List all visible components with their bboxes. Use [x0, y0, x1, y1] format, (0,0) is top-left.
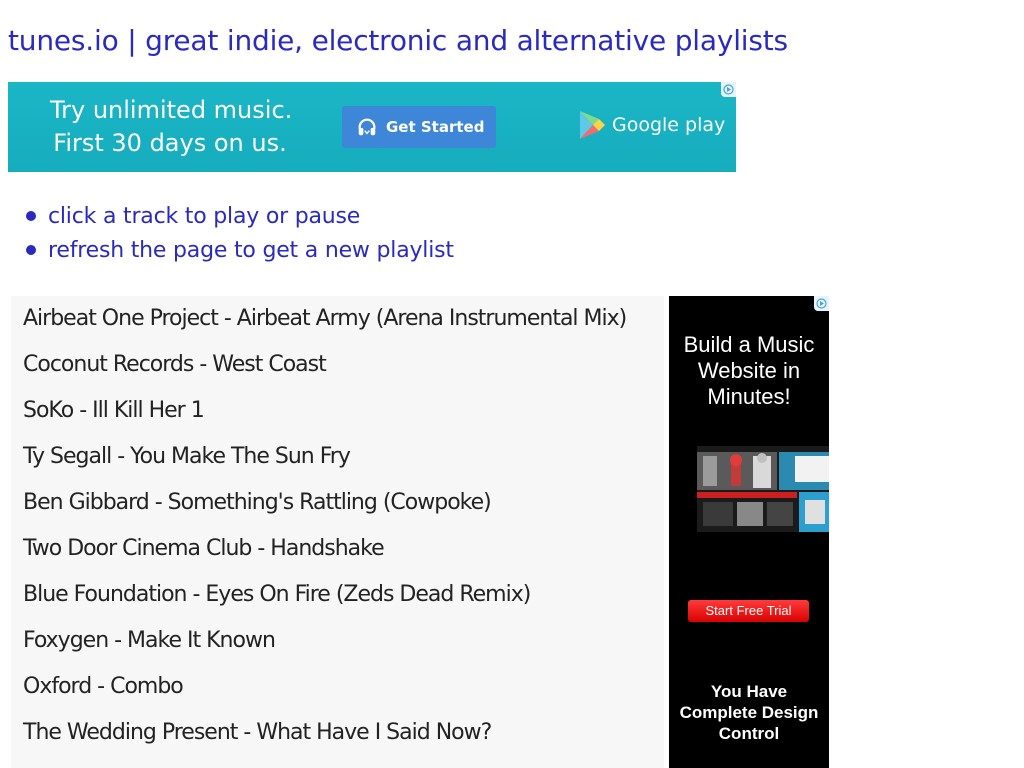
bullet-icon	[26, 211, 36, 221]
headphones-icon	[358, 118, 376, 136]
playlist-track[interactable]: Two Door Cinema Club - Handshake	[11, 526, 664, 572]
get-started-button[interactable]: Get Started	[342, 106, 496, 148]
side-ad-headline: Build a Music Website in Minutes!	[669, 332, 829, 410]
bullet-icon	[26, 245, 36, 255]
playlist-track[interactable]: Coconut Records - West Coast	[11, 342, 664, 388]
page-title: tunes.io | great indie, electronic and a…	[8, 24, 788, 57]
playlist-track[interactable]: Oxford - Combo	[11, 664, 664, 710]
playlist-track[interactable]: Foxygen - Make It Known	[11, 618, 664, 664]
playlist-track[interactable]: Ben Gibbard - Something's Rattling (Cowp…	[11, 480, 664, 526]
playlist-track[interactable]: The Wedding Present - What Have I Said N…	[11, 710, 664, 756]
side-ad-tagline-line: Complete Design	[679, 703, 819, 722]
instruction-item: click a track to play or pause	[26, 199, 454, 233]
adchoices-icon[interactable]	[814, 296, 829, 311]
start-free-trial-button[interactable]: Start Free Trial	[688, 600, 809, 622]
instruction-text: refresh the page to get a new playlist	[48, 237, 454, 263]
get-started-label: Get Started	[386, 118, 485, 136]
website-screenshot-image	[697, 446, 829, 532]
playlist-track[interactable]: SoKo - Ill Kill Her 1	[11, 388, 664, 434]
instruction-item: refresh the page to get a new playlist	[26, 233, 454, 267]
instructions-list: click a track to play or pause refresh t…	[26, 199, 454, 267]
playlist-track[interactable]: Airbeat One Project - Airbeat Army (Aren…	[11, 296, 664, 342]
side-ad-tagline-line: You Have	[710, 682, 788, 701]
banner-ad-line2: First 30 days on us.	[53, 129, 287, 157]
play-triangle-icon	[580, 111, 605, 139]
side-ad[interactable]: Build a Music Website in Minutes! Start …	[669, 296, 829, 768]
side-ad-tagline-line: Control	[718, 724, 780, 743]
side-ad-headline-line: Minutes!	[707, 384, 791, 409]
playlist: Airbeat One Project - Airbeat Army (Aren…	[11, 296, 664, 768]
instruction-text: click a track to play or pause	[48, 203, 361, 229]
banner-ad-line1: Try unlimited music.	[50, 96, 293, 124]
playlist-track[interactable]: Ty Segall - You Make The Sun Fry	[11, 434, 664, 480]
google-play-label: Google play	[612, 114, 726, 136]
playlist-track[interactable]: Blue Foundation - Eyes On Fire (Zeds Dea…	[11, 572, 664, 618]
banner-ad-text: Try unlimited music. First 30 days on us…	[50, 94, 293, 160]
banner-ad[interactable]: Try unlimited music. First 30 days on us…	[8, 82, 736, 172]
google-play-logo[interactable]: Google play	[578, 110, 725, 140]
adchoices-icon[interactable]	[721, 82, 736, 97]
side-ad-tagline: You Have Complete Design Control	[669, 681, 829, 744]
side-ad-headline-line: Website in	[697, 358, 801, 383]
side-ad-headline-line: Build a Music	[683, 332, 815, 357]
